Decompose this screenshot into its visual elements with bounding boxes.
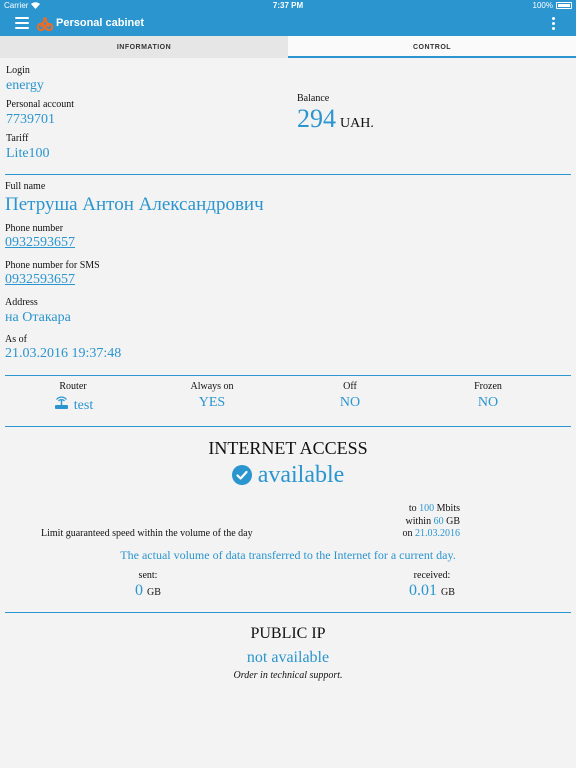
always-on-value: YES bbox=[198, 395, 226, 410]
router-name: test bbox=[73, 398, 94, 413]
balance: 294 UAH. bbox=[297, 104, 374, 134]
more-options-icon[interactable] bbox=[552, 17, 556, 31]
public-ip-status: not available bbox=[246, 649, 330, 666]
balance-label: Balance bbox=[297, 93, 330, 104]
battery-percent: 100% bbox=[532, 1, 553, 10]
divider bbox=[5, 174, 571, 175]
internet-status-text: available bbox=[257, 462, 345, 488]
divider bbox=[5, 375, 571, 376]
balance-value: 294 bbox=[297, 104, 336, 133]
speed-limit-block: to 100 Mbits within 60 GB on 21.03.2016 bbox=[402, 503, 461, 539]
menu-icon[interactable] bbox=[15, 17, 29, 30]
logo-icon bbox=[36, 16, 54, 32]
speed-value: 100 bbox=[419, 503, 435, 514]
account-value: 7739701 bbox=[6, 112, 55, 127]
received-label: received: bbox=[413, 570, 451, 581]
clock: 7:37 PM bbox=[272, 1, 304, 10]
divider bbox=[5, 612, 571, 613]
internet-status: available bbox=[0, 462, 576, 489]
divider bbox=[5, 426, 571, 427]
sms-label: Phone number for SMS bbox=[5, 260, 100, 271]
frozen-value: NO bbox=[477, 395, 499, 410]
phone-label: Phone number bbox=[5, 223, 64, 234]
balance-unit: UAH. bbox=[340, 116, 374, 131]
volume-value: 60 bbox=[433, 515, 444, 527]
frozen-label: Frozen bbox=[474, 381, 502, 392]
router-label: Router bbox=[59, 381, 87, 392]
fullname-label: Full name bbox=[5, 181, 46, 192]
received-unit: GB bbox=[441, 587, 455, 598]
nav-title: Personal cabinet bbox=[56, 17, 145, 29]
sent: 0 GB bbox=[88, 582, 208, 600]
check-circle-icon bbox=[231, 465, 252, 485]
router: test bbox=[13, 396, 133, 414]
battery-icon bbox=[556, 2, 572, 9]
login-label: Login bbox=[6, 65, 30, 76]
off-value: NO bbox=[339, 395, 361, 410]
received-value: 0.01 bbox=[409, 582, 438, 599]
sent-label: sent: bbox=[138, 570, 158, 581]
internet-title: INTERNET ACCESS bbox=[208, 438, 368, 458]
limit-date: 21.03.2016 bbox=[415, 528, 460, 539]
received: 0.01 GB bbox=[372, 582, 492, 600]
tab-bar: INFORMATION CONTROL bbox=[0, 36, 576, 58]
address-label: Address bbox=[5, 297, 38, 308]
sms-phone-link[interactable]: 0932593657 bbox=[5, 272, 75, 288]
tab-control[interactable]: CONTROL bbox=[288, 36, 576, 58]
sent-value: 0 bbox=[135, 582, 144, 599]
account-label: Personal account bbox=[6, 99, 75, 110]
tariff-value: Lite100 bbox=[6, 146, 50, 161]
transfer-text: The actual volume of data transferred to… bbox=[120, 548, 456, 562]
sent-unit: GB bbox=[147, 587, 161, 598]
always-on-label: Always on bbox=[190, 381, 234, 392]
tariff-label: Tariff bbox=[6, 133, 29, 144]
asof-label: As of bbox=[5, 334, 27, 345]
status-bar: Carrier 7:37 PM 100% bbox=[0, 0, 576, 12]
tab-information[interactable]: INFORMATION bbox=[0, 36, 288, 58]
navigation-bar: Personal cabinet bbox=[0, 12, 576, 36]
public-ip-title: PUBLIC IP bbox=[250, 625, 326, 642]
login-value: energy bbox=[6, 78, 44, 93]
fullname-value: Петруша Антон Александрович bbox=[5, 194, 264, 215]
router-icon bbox=[54, 396, 68, 409]
limit-text: Limit guaranteed speed within the volume… bbox=[41, 528, 253, 539]
asof-value: 21.03.2016 19:37:48 bbox=[5, 346, 122, 361]
address-value: на Отакара bbox=[5, 310, 71, 325]
phone-link[interactable]: 0932593657 bbox=[5, 235, 75, 251]
off-label: Off bbox=[343, 381, 357, 392]
public-ip-note: Order in technical support. bbox=[233, 670, 343, 681]
